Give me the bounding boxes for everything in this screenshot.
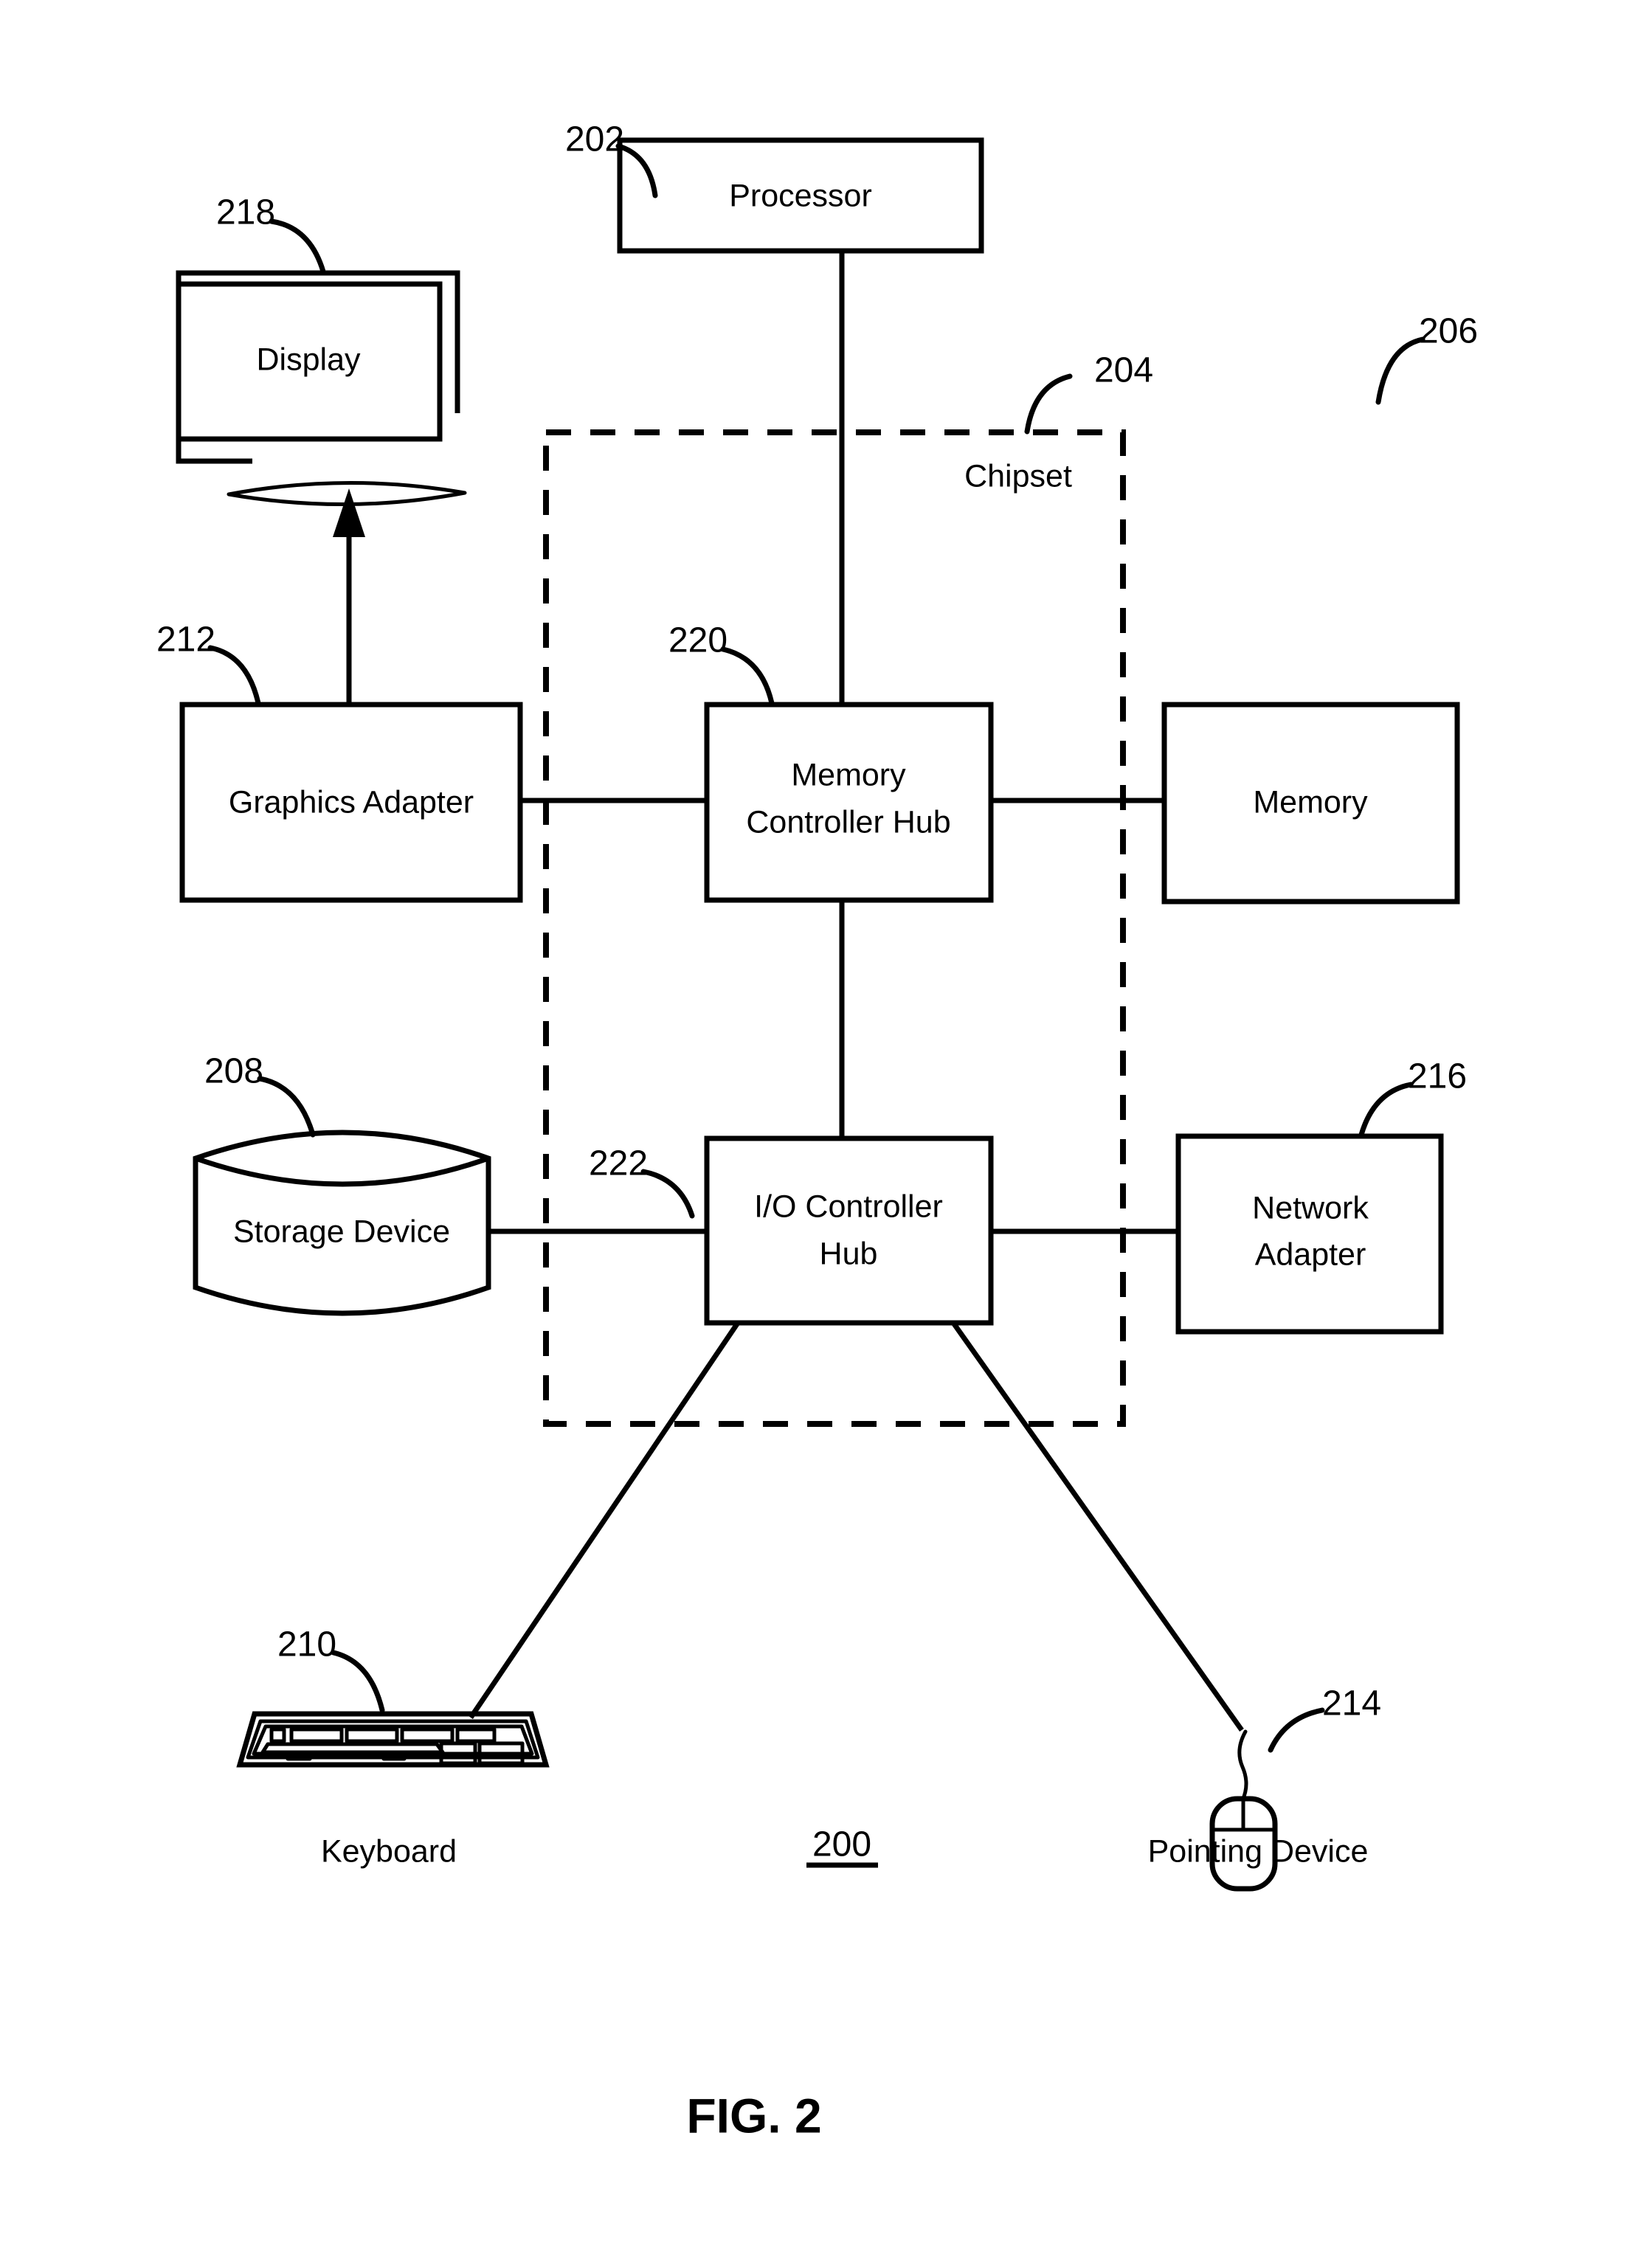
display-arrowhead [333, 488, 365, 537]
keyboard-label: Keyboard [321, 1833, 457, 1869]
ref-214: 214 [1322, 1684, 1381, 1723]
memory-controller-hub-box[interactable] [704, 702, 994, 903]
leader-206 [1375, 336, 1425, 405]
patent-figure-page: Processor Display Chipset Graphics Adapt… [0, 0, 1652, 2265]
connector-ich-to-keyboard [469, 1321, 740, 1719]
pointing-device-label: Pointing Device [1148, 1833, 1369, 1869]
ref-222: 222 [589, 1144, 648, 1183]
leader-218 [269, 218, 326, 274]
network-adapter-label-line2: Adapter [1255, 1237, 1366, 1272]
leader-216 [1358, 1082, 1414, 1138]
ref-204: 204 [1094, 351, 1153, 390]
connector-ich-to-pointing-device [951, 1321, 1244, 1732]
io-controller-hub-box[interactable] [704, 1135, 994, 1326]
leader-214 [1268, 1707, 1325, 1753]
mch-label-line2: Controller Hub [746, 804, 950, 840]
leader-210 [331, 1650, 385, 1713]
display-label: Display [257, 342, 361, 377]
keyboard-illustration[interactable] [236, 1711, 550, 1768]
ref-206: 206 [1419, 312, 1478, 351]
leader-222 [640, 1169, 695, 1219]
ref-220: 220 [668, 621, 727, 660]
leader-208 [257, 1076, 316, 1138]
ref-208: 208 [204, 1052, 263, 1091]
ref-210: 210 [277, 1625, 336, 1664]
storage-device-label: Storage Device [233, 1214, 450, 1249]
graphics-adapter-label: Graphics Adapter [229, 784, 474, 820]
mch-label-line1: Memory [791, 757, 906, 792]
ich-label-line2: Hub [820, 1236, 878, 1271]
figure-canvas: Processor Display Chipset Graphics Adapt… [156, 120, 1478, 2143]
ref-216: 216 [1408, 1057, 1467, 1096]
ref-218: 218 [216, 193, 275, 232]
leader-212 [207, 645, 261, 706]
network-adapter-box[interactable] [1175, 1133, 1444, 1335]
network-adapter-label-line1: Network [1252, 1190, 1369, 1225]
ref-212: 212 [156, 620, 215, 660]
figure-caption: FIG. 2 [686, 2088, 821, 2143]
system-ref-200: 200 [812, 1825, 871, 1864]
leader-204 [1024, 373, 1073, 435]
ref-202: 202 [565, 120, 624, 159]
ich-label-line1: I/O Controller [754, 1189, 943, 1224]
chipset-label: Chipset [964, 458, 1072, 494]
memory-label: Memory [1253, 784, 1368, 820]
processor-label: Processor [729, 178, 872, 213]
leader-220 [720, 646, 775, 706]
